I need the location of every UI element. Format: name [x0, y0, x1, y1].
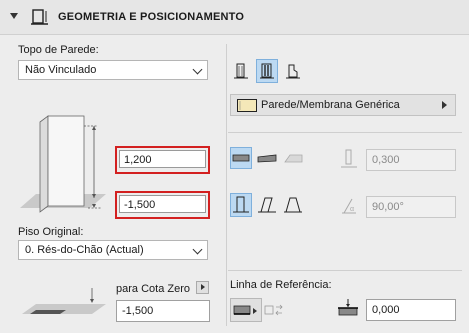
- chevron-down-icon: [192, 64, 203, 75]
- wall-top-select[interactable]: Não Vinculado: [18, 60, 208, 80]
- swap-direction-icon[interactable]: [264, 300, 286, 320]
- wall-preview-illustration: [20, 115, 106, 213]
- thickness-input[interactable]: 0,300: [366, 149, 456, 171]
- ref-offset-icon: [338, 299, 358, 316]
- zero-ref-label: para Cota Zero: [116, 283, 190, 295]
- wall-vertical-button[interactable]: [230, 193, 252, 217]
- wall-vertical-icon: [233, 196, 249, 213]
- play-arrow-icon: [201, 284, 205, 290]
- ref-line-icon: [233, 305, 257, 315]
- wall-trapezoid-section-icon[interactable]: [282, 148, 304, 170]
- chevron-down-icon: [192, 244, 203, 255]
- zero-ref-toggle-button[interactable]: [196, 281, 209, 294]
- play-arrow-icon: [442, 101, 447, 109]
- zero-level-illustration: [22, 288, 106, 314]
- home-story-label: Piso Original:: [18, 226, 84, 238]
- panel-title: GEOMETRIA E POSICIONAMENTO: [58, 11, 245, 23]
- building-material-button[interactable]: Parede/Membrana Genérica: [230, 94, 456, 116]
- wall-top-value: Não Vinculado: [25, 64, 97, 76]
- ref-line-button[interactable]: [230, 298, 262, 322]
- wall-composite-button[interactable]: [256, 59, 278, 83]
- wall-angle-icon: α: [342, 198, 356, 214]
- zero-ref-input[interactable]: -1,500: [116, 300, 210, 322]
- ref-line-label: Linha de Referência:: [230, 279, 332, 291]
- wall-slanted-section-icon[interactable]: [256, 148, 278, 170]
- wall-straight-icon[interactable]: [230, 60, 252, 82]
- bottom-offset-field[interactable]: -1,500: [115, 191, 210, 219]
- wall-composite-icon: [260, 63, 274, 79]
- home-story-value: 0. Rés-do-Chão (Actual): [25, 244, 144, 256]
- top-offset-field[interactable]: 1,200: [115, 146, 210, 174]
- home-story-select[interactable]: 0. Rés-do-Chão (Actual): [18, 240, 208, 260]
- wall-geometry-icon: [31, 9, 48, 25]
- svg-text:α: α: [350, 206, 354, 213]
- ref-offset-input[interactable]: 0,000: [366, 299, 456, 321]
- section-divider: [228, 132, 462, 133]
- wall-straight-section-button[interactable]: [230, 147, 252, 169]
- wall-double-slanted-icon[interactable]: [282, 194, 304, 216]
- wall-thickness-icon: [341, 149, 357, 168]
- wall-profile-icon[interactable]: [282, 60, 304, 82]
- collapse-triangle-icon[interactable]: [10, 13, 18, 19]
- section-divider: [228, 270, 462, 271]
- top-offset-value[interactable]: 1,200: [119, 150, 206, 168]
- building-material-label: Parede/Membrana Genérica: [261, 99, 400, 111]
- bottom-offset-value[interactable]: -1,500: [119, 195, 206, 213]
- wall-straight-section-icon: [232, 154, 250, 162]
- column-divider: [226, 44, 227, 326]
- wall-top-label: Topo de Parede:: [18, 44, 99, 56]
- material-swatch-icon: [237, 99, 257, 112]
- angle-input[interactable]: 90,00°: [366, 196, 456, 218]
- wall-inclined-icon[interactable]: [256, 194, 278, 216]
